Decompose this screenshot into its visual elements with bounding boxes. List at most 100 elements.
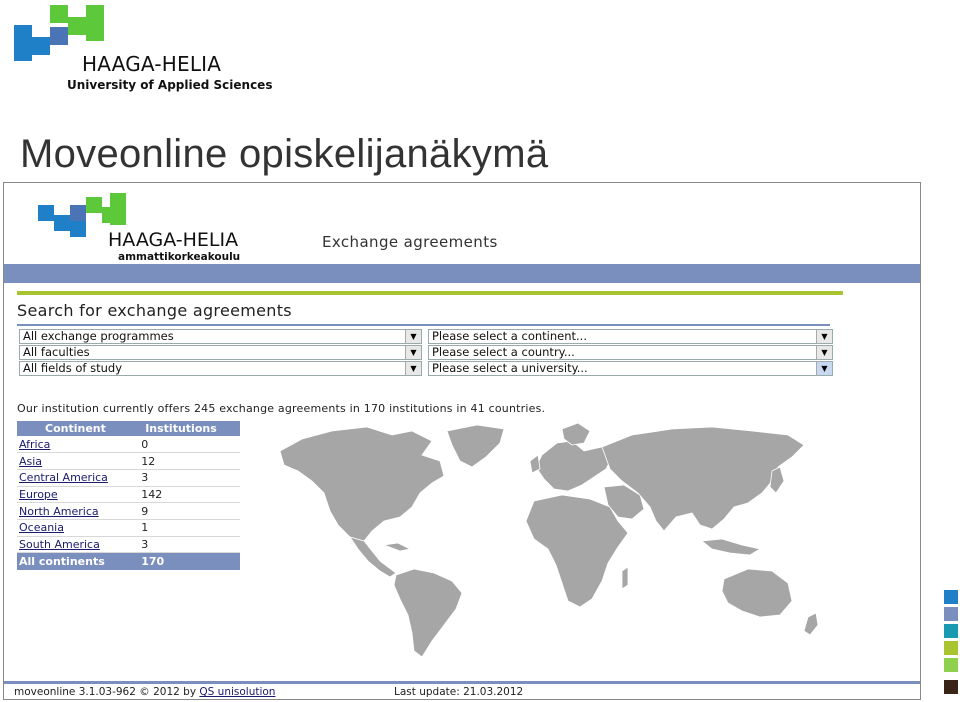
institution-count: 0 xyxy=(133,436,240,454)
table-row: Central America 3 xyxy=(17,469,240,487)
map-region-new-zealand xyxy=(803,612,819,636)
footer-last-update: Last update: 21.03.2012 xyxy=(394,686,524,698)
continent-link-south-america[interactable]: South America xyxy=(17,536,134,554)
programme-select-value: All exchange programmes xyxy=(23,329,174,343)
app-logo-subtitle: ammattikorkeakoulu xyxy=(118,251,241,263)
dropdown-arrow-icon[interactable]: ▼ xyxy=(405,346,421,359)
faculty-select[interactable]: All faculties ▼ xyxy=(19,345,422,360)
table-row: South America 3 xyxy=(17,536,240,554)
continent-link-europe[interactable]: Europe xyxy=(17,486,134,504)
map-region-north-america xyxy=(279,426,445,542)
logo-square xyxy=(14,43,32,61)
table-row: Asia 12 xyxy=(17,452,240,470)
institution-count: 142 xyxy=(133,486,240,504)
table-total-row: All continents 170 xyxy=(17,552,240,570)
logo-square xyxy=(86,23,104,41)
table-row: Europe 142 xyxy=(17,486,240,504)
all-continents-label[interactable]: All continents xyxy=(17,552,134,570)
decor-square xyxy=(944,607,958,621)
table-row: Oceania 1 xyxy=(17,519,240,537)
dropdown-arrow-icon[interactable]: ▼ xyxy=(816,330,832,343)
logo-square xyxy=(32,37,50,55)
column-header-continent: Continent xyxy=(17,421,134,436)
table-header-row: Continent Institutions xyxy=(17,421,240,436)
slide-logo-brand: HAAGA-HELIA xyxy=(82,52,222,76)
logo-square xyxy=(68,17,86,35)
field-select[interactable]: All fields of study ▼ xyxy=(19,361,422,376)
map-region-japan xyxy=(769,466,785,494)
country-select[interactable]: Please select a country... ▼ xyxy=(428,345,833,360)
institution-count: 1 xyxy=(133,519,240,537)
app-logo-brand: HAAGA-HELIA xyxy=(108,229,239,251)
logo-square xyxy=(14,25,32,43)
divider xyxy=(17,324,830,326)
institution-count: 3 xyxy=(133,536,240,554)
map-region-africa xyxy=(525,494,629,608)
world-map-icon[interactable] xyxy=(272,421,832,666)
agreements-summary: Our institution currently offers 245 exc… xyxy=(17,402,546,415)
institution-count: 12 xyxy=(133,452,240,470)
slide-title: Moveonline opiskelijanäkymä xyxy=(20,132,549,176)
faculty-select-value: All faculties xyxy=(23,345,90,359)
map-region-madagascar xyxy=(621,566,629,590)
divider xyxy=(4,681,920,684)
dropdown-arrow-icon[interactable]: ▼ xyxy=(405,362,421,375)
programme-select[interactable]: All exchange programmes ▼ xyxy=(19,329,422,344)
decor-square xyxy=(944,680,958,694)
slide-logo-subtitle: University of Applied Sciences xyxy=(67,78,273,92)
continent-select-value: Please select a continent... xyxy=(432,329,587,343)
map-region-indonesia xyxy=(700,538,762,556)
institution-total: 170 xyxy=(133,552,240,570)
map-region-europe xyxy=(535,440,613,492)
app-screenshot: HAAGA-HELIA ammattikorkeakoulu Exchange … xyxy=(3,182,921,700)
map-region-greenland xyxy=(446,424,505,468)
logo-square xyxy=(86,197,102,213)
continent-table: Continent Institutions Africa 0 Asia 12 Ce… xyxy=(17,421,240,570)
footer: moveonline 3.1.03-962 © 2012 by QS uniso… xyxy=(4,681,920,699)
map-region-south-america xyxy=(393,568,463,658)
accent-line xyxy=(17,291,843,295)
university-select-value: Please select a university... xyxy=(432,361,588,375)
decor-square xyxy=(944,590,958,604)
dropdown-arrow-icon[interactable]: ▼ xyxy=(816,346,832,359)
footer-version: moveonline 3.1.03-962 © 2012 by QS uniso… xyxy=(14,686,275,698)
app-heading: Exchange agreements xyxy=(322,233,498,251)
continent-link-africa[interactable]: Africa xyxy=(17,436,134,454)
table-row: North America 9 xyxy=(17,502,240,520)
dropdown-arrow-icon[interactable]: ▼ xyxy=(816,362,832,375)
logo-square xyxy=(50,5,68,23)
continent-link-asia[interactable]: Asia xyxy=(17,452,134,470)
logo-square xyxy=(110,193,126,209)
logo-square xyxy=(54,215,70,231)
institution-count: 3 xyxy=(133,469,240,487)
logo-square xyxy=(50,27,68,45)
institution-count: 9 xyxy=(133,502,240,520)
logo-square xyxy=(70,221,86,237)
logo-square xyxy=(110,209,126,225)
search-title: Search for exchange agreements xyxy=(17,301,292,320)
decor-square xyxy=(944,624,958,638)
university-select[interactable]: Please select a university... ▼ xyxy=(428,361,833,376)
app-logo[interactable]: HAAGA-HELIA ammattikorkeakoulu xyxy=(38,193,278,263)
continent-link-north-america[interactable]: North America xyxy=(17,502,134,520)
continent-link-oceania[interactable]: Oceania xyxy=(17,519,134,537)
decor-square xyxy=(944,641,958,655)
field-select-value: All fields of study xyxy=(23,361,123,375)
logo-square xyxy=(86,5,104,23)
table-row: Africa 0 xyxy=(17,436,240,454)
map-region-caribbean xyxy=(383,542,412,552)
logo-square xyxy=(70,205,86,221)
search-section: Search for exchange agreements xyxy=(17,291,843,326)
logo-square xyxy=(38,205,54,221)
nav-bar xyxy=(4,264,920,283)
dropdown-arrow-icon[interactable]: ▼ xyxy=(405,330,421,343)
country-select-value: Please select a country... xyxy=(432,345,575,359)
vendor-link[interactable]: QS unisolution xyxy=(199,686,275,698)
map-region-australia xyxy=(721,568,793,618)
continent-select[interactable]: Please select a continent... ▼ xyxy=(428,329,833,344)
slide-logo: HAAGA-HELIA University of Applied Scienc… xyxy=(14,5,274,92)
map-region-central-america xyxy=(349,536,397,578)
decor-square xyxy=(944,658,958,672)
column-header-institutions: Institutions xyxy=(133,421,240,436)
continent-link-central-america[interactable]: Central America xyxy=(17,469,134,487)
